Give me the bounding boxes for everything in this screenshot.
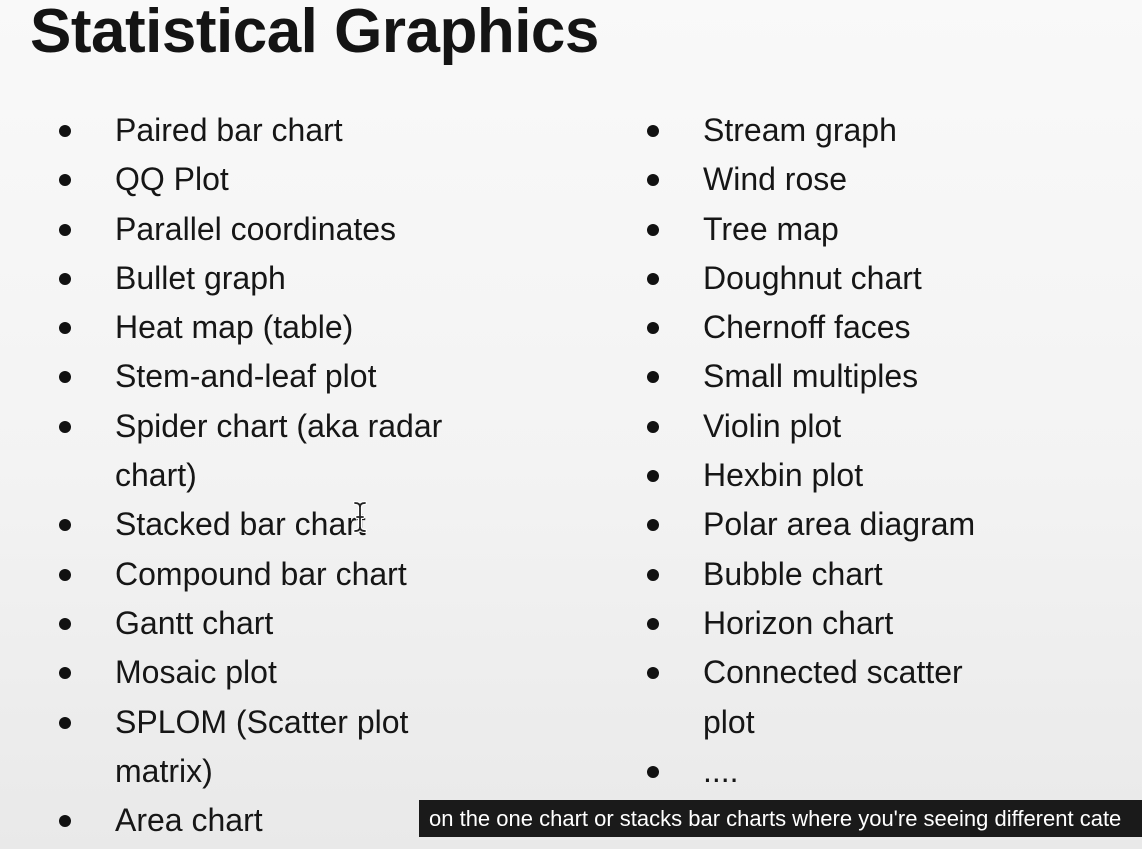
- bullet-icon: [59, 568, 71, 581]
- bullet-icon: [647, 322, 659, 335]
- list-item-continuation: matrix): [115, 752, 213, 789]
- left-bullet-list: Paired bar chart QQ Plot Parallel coordi…: [0, 106, 600, 845]
- bullet-icon: [59, 815, 71, 828]
- text-cursor-icon: [353, 501, 367, 533]
- bullet-icon: [647, 272, 659, 285]
- bullet-icon: [647, 470, 659, 483]
- bullet-icon: [59, 667, 71, 680]
- bullet-icon: [647, 371, 659, 384]
- bullet-icon: [647, 568, 659, 581]
- list-item: Parallel coordinates: [0, 205, 600, 254]
- list-item: Hexbin plot: [588, 451, 1142, 500]
- bullet-icon: [647, 420, 659, 433]
- bullet-icon: [59, 420, 71, 433]
- list-item: Bullet graph: [0, 254, 600, 303]
- list-item: Paired bar chart: [0, 106, 600, 155]
- bullet-icon: [59, 272, 71, 285]
- bullet-icon: [647, 617, 659, 630]
- bullet-icon: [59, 617, 71, 630]
- list-item: Spider chart (aka radar: [0, 402, 600, 451]
- list-item: Violin plot: [588, 402, 1142, 451]
- right-bullet-list: Stream graph Wind rose Tree map Doughnut…: [588, 106, 1142, 796]
- bullet-icon: [647, 223, 659, 236]
- bullet-icon: [59, 223, 71, 236]
- list-item: Compound bar chart: [0, 550, 600, 599]
- list-item: Wind rose: [588, 155, 1142, 204]
- list-item-continuation: plot: [703, 703, 755, 740]
- list-item: Mosaic plot: [0, 648, 600, 697]
- bullet-icon: [59, 371, 71, 384]
- bullet-icon: [647, 174, 659, 187]
- list-item: Bubble chart: [588, 550, 1142, 599]
- video-caption: on the one chart or stacks bar charts wh…: [419, 800, 1142, 837]
- list-item: Horizon chart: [588, 599, 1142, 648]
- slide-title: Statistical Graphics: [30, 0, 599, 66]
- list-item: Stream graph: [588, 106, 1142, 155]
- list-item: Heat map (table): [0, 303, 600, 352]
- list-item: Doughnut chart: [588, 254, 1142, 303]
- list-item: Small multiples: [588, 352, 1142, 401]
- slide: Statistical Graphics Paired bar chart QQ…: [0, 0, 1142, 849]
- list-item: Connected scatter: [588, 648, 1142, 697]
- bullet-icon: [59, 174, 71, 187]
- bullet-icon: [59, 125, 71, 137]
- list-item: QQ Plot: [0, 155, 600, 204]
- list-item: ....: [588, 747, 1142, 796]
- bullet-icon: [647, 519, 659, 532]
- list-item: Gantt chart: [0, 599, 600, 648]
- bullet-icon: [59, 716, 71, 729]
- list-item: Polar area diagram: [588, 500, 1142, 549]
- bullet-icon: [59, 519, 71, 532]
- list-item: Tree map: [588, 205, 1142, 254]
- list-item: Chernoff faces: [588, 303, 1142, 352]
- bullet-icon: [59, 322, 71, 335]
- bullet-icon: [647, 125, 659, 137]
- list-item-continuation: chart): [115, 457, 197, 494]
- bullet-icon: [647, 765, 659, 778]
- list-item: Stacked bar chart: [0, 500, 600, 549]
- list-item: SPLOM (Scatter plot: [0, 698, 600, 747]
- list-item: Stem-and-leaf plot: [0, 352, 600, 401]
- bullet-icon: [647, 667, 659, 680]
